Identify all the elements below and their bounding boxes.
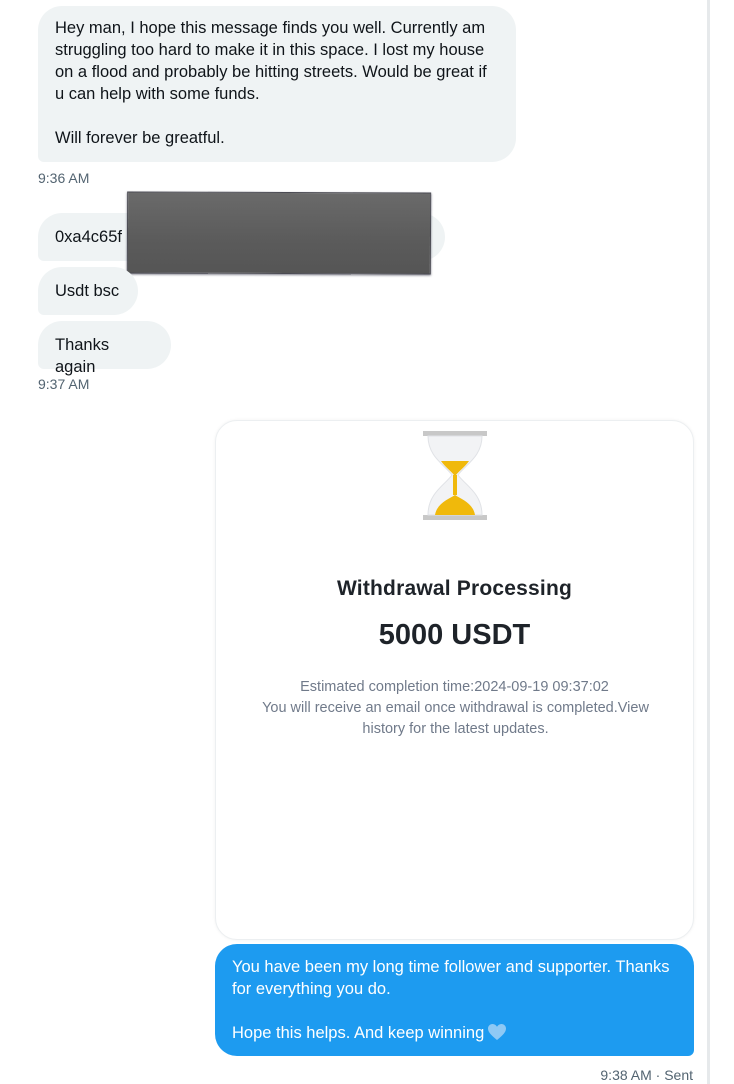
withdrawal-card-image[interactable]: Withdrawal Processing 5000 USDT Estimate… — [215, 420, 694, 940]
message-text: You have been my long time follower and … — [232, 958, 670, 1042]
sent-timestamp: 9:38 AM · Sent — [600, 1067, 693, 1083]
sent-message[interactable]: You have been my long time follower and … — [215, 944, 694, 1056]
blue-heart-icon — [488, 1024, 507, 1040]
conversation-divider — [707, 0, 710, 1084]
received-message[interactable]: Hey man, I hope this message finds you w… — [38, 6, 516, 162]
message-text: Thanks again — [55, 336, 114, 376]
estimated-completion-time: Estimated completion time:2024-09-19 09:… — [300, 679, 609, 695]
withdrawal-amount: 5000 USDT — [378, 619, 531, 651]
received-message[interactable]: Thanks again — [38, 321, 171, 376]
hourglass-icon — [423, 431, 487, 520]
withdrawal-note: You will receive an email once withdrawa… — [262, 700, 649, 737]
message-text: Hey man, I hope this message finds you w… — [55, 19, 487, 147]
redaction-box — [126, 191, 432, 275]
received-message[interactable]: Usdt bsc — [38, 267, 138, 315]
message-timestamp: 9:37 AM — [38, 376, 90, 392]
withdrawal-title: Withdrawal Processing — [336, 577, 573, 600]
message-timestamp: 9:36 AM — [38, 170, 90, 186]
message-text: Usdt bsc — [55, 282, 120, 300]
